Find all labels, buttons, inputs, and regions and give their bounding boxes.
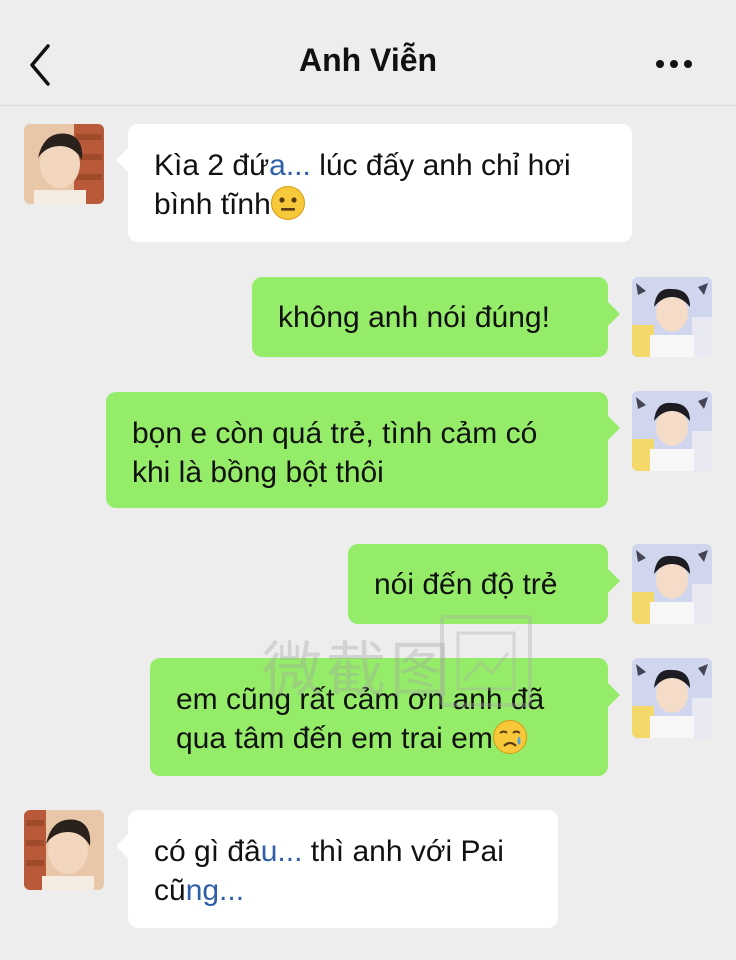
my-avatar[interactable] xyxy=(632,391,712,471)
message-text-ellipsis: a... xyxy=(269,149,311,182)
more-icon xyxy=(656,60,692,68)
message-text: Kìa 2 đứ xyxy=(154,149,270,182)
neutral-face-icon xyxy=(270,186,305,220)
bubble-tail xyxy=(116,834,128,858)
message-bubble-received[interactable]: Kìa 2 đứa... lúc đấy anh chỉ hơi bình tĩ… xyxy=(128,124,632,242)
my-avatar[interactable] xyxy=(632,277,712,357)
message-text-ellipsis: ng... xyxy=(185,874,245,907)
message-text: có gì đâ xyxy=(154,835,261,868)
bubble-tail xyxy=(608,302,620,326)
message-bubble-sent[interactable]: không anh nói đúng! xyxy=(252,277,608,357)
chat-title: Anh Viễn xyxy=(298,42,438,78)
message-text: không anh nói đúng! xyxy=(278,301,550,334)
message-text-ellipsis: u... xyxy=(260,835,303,868)
contact-avatar[interactable] xyxy=(24,810,104,890)
contact-avatar[interactable] xyxy=(24,124,104,204)
bubble-tail xyxy=(608,416,620,440)
more-options-button[interactable] xyxy=(652,52,700,76)
my-avatar[interactable] xyxy=(632,658,712,738)
message-text: nói đến độ trẻ xyxy=(374,568,558,601)
my-avatar[interactable] xyxy=(632,544,712,624)
bubble-tail xyxy=(608,683,620,707)
watermark-image-icon xyxy=(440,615,532,707)
message-bubble-sent[interactable]: nói đến độ trẻ xyxy=(348,544,608,624)
watermark-text: 微截图 xyxy=(262,636,454,706)
chat-header: Anh Viễn xyxy=(0,0,736,106)
message-bubble-sent[interactable]: bọn e còn quá trẻ, tình cảm có khi là bồ… xyxy=(106,392,608,508)
bubble-tail xyxy=(608,569,620,593)
message-text: bọn e còn quá trẻ, tình cảm có khi là bồ… xyxy=(132,417,538,489)
crying-face-icon xyxy=(492,720,527,754)
bubble-tail xyxy=(116,148,128,172)
message-bubble-received[interactable]: có gì đâu... thì anh với Pai cũng... xyxy=(128,810,558,928)
